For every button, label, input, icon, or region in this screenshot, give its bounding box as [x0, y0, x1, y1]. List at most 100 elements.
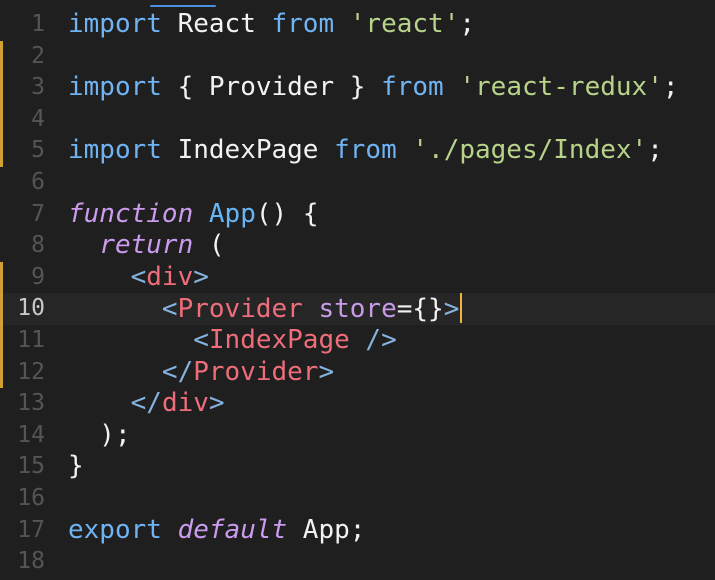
line-number: 18	[17, 548, 45, 575]
code-text[interactable]: </div>	[68, 388, 225, 420]
code-token: ;	[662, 72, 679, 103]
code-token: App	[208, 198, 256, 229]
line-number: 13	[17, 390, 45, 417]
line-number: 11	[17, 326, 45, 353]
code-token: }	[68, 451, 84, 482]
code-token: ;	[647, 135, 663, 166]
code-token: );	[68, 419, 131, 450]
code-token: from	[334, 135, 397, 166]
code-token: import	[68, 135, 162, 166]
code-line[interactable]: 4	[0, 103, 715, 136]
line-number: 6	[31, 168, 45, 195]
code-text[interactable]: export default App;	[68, 515, 365, 547]
code-text[interactable]: import React from 'react';	[68, 9, 475, 41]
code-token: return	[99, 230, 194, 261]
code-line[interactable]: 9 <div>	[0, 261, 715, 294]
code-token: from	[381, 72, 444, 103]
code-token: IndexPage	[208, 324, 350, 355]
code-token: store	[318, 294, 397, 325]
code-token: div	[146, 261, 194, 292]
code-text[interactable]: <div>	[68, 262, 209, 294]
code-line[interactable]: 16	[0, 483, 715, 515]
code-token: () {	[255, 198, 319, 229]
code-line[interactable]: 1 import React from 'react';	[0, 9, 715, 41]
code-token: IndexPage	[161, 135, 335, 166]
code-token: >	[193, 261, 209, 292]
code-line[interactable]: 2	[0, 40, 715, 73]
code-line[interactable]: 10 <Provider store={}>	[0, 293, 715, 325]
line-number: 2	[31, 42, 45, 69]
code-text[interactable]: return (	[68, 230, 225, 262]
code-line[interactable]: 15}	[0, 451, 715, 483]
code-token: >	[443, 294, 460, 325]
code-line[interactable]: 5 import IndexPage from './pages/Index';	[0, 135, 715, 167]
code-text[interactable]: <Provider store={}>	[68, 293, 463, 326]
code-token: </	[130, 388, 162, 419]
code-text[interactable]: }	[68, 451, 84, 483]
line-number: 12	[17, 358, 45, 385]
line-number: 15	[17, 453, 45, 480]
code-line[interactable]: 6	[0, 167, 715, 199]
code-token: <	[130, 261, 147, 292]
code-token: Provider	[193, 356, 319, 387]
code-token: {}	[412, 294, 444, 325]
code-token: App;	[287, 514, 366, 545]
code-line[interactable]: 17 export default App;	[0, 515, 715, 547]
line-number: 10	[17, 295, 45, 322]
code-line[interactable]: 8 return (	[0, 230, 715, 262]
line-number: 8	[31, 232, 45, 259]
code-token: { Provider }	[161, 72, 382, 103]
code-text[interactable]: function App() {	[68, 199, 318, 231]
code-token: export	[68, 514, 162, 545]
text-cursor	[460, 293, 463, 324]
code-line[interactable]: 14 );	[0, 420, 715, 452]
code-line[interactable]: 11 <IndexPage />	[0, 324, 715, 357]
line-number: 4	[31, 105, 45, 132]
line-number: 14	[17, 421, 45, 448]
line-number: 5	[31, 137, 45, 164]
code-token: />	[349, 324, 397, 355]
line-number: 16	[17, 484, 45, 511]
code-token: (	[193, 230, 225, 261]
code-token: 'react'	[349, 9, 460, 39]
code-line[interactable]: 18	[0, 546, 715, 578]
code-token: default	[177, 514, 288, 545]
code-text[interactable]: import { Provider } from 'react-redux';	[68, 72, 679, 104]
line-number: 7	[31, 200, 45, 227]
code-token: function	[68, 198, 194, 229]
code-token: <	[193, 324, 209, 355]
code-token: './pages/Index'	[412, 135, 648, 166]
code-text[interactable]: </Provider>	[68, 357, 334, 389]
code-line[interactable]: 13 </div>	[0, 388, 715, 420]
code-token: </	[161, 356, 194, 387]
code-token: ;	[459, 9, 476, 39]
code-lines[interactable]: 1 import React from 'react'; 2 3 import { Pr…	[0, 9, 715, 578]
code-text[interactable]: <IndexPage />	[68, 325, 397, 357]
code-token: div	[161, 388, 209, 419]
code-token: Provider	[177, 294, 303, 325]
code-text[interactable]: );	[68, 419, 131, 452]
code-line[interactable]: 3 import { Provider } from 'react-redux';	[0, 72, 715, 104]
code-token: React	[161, 9, 272, 39]
code-token: =	[396, 294, 413, 325]
code-text[interactable]: import IndexPage from './pages/Index';	[68, 135, 663, 167]
code-line[interactable]: 7 function App() {	[0, 199, 715, 231]
code-line[interactable]: 12 </Provider>	[0, 356, 715, 389]
line-number: 17	[17, 516, 45, 543]
line-number: 3	[31, 74, 45, 101]
code-token: <	[161, 294, 178, 325]
code-editor[interactable]: 1 import React from 'react'; 2 3 import { Pr…	[0, 0, 715, 580]
code-token: >	[318, 356, 335, 387]
code-token: 'react-redux'	[459, 72, 663, 103]
